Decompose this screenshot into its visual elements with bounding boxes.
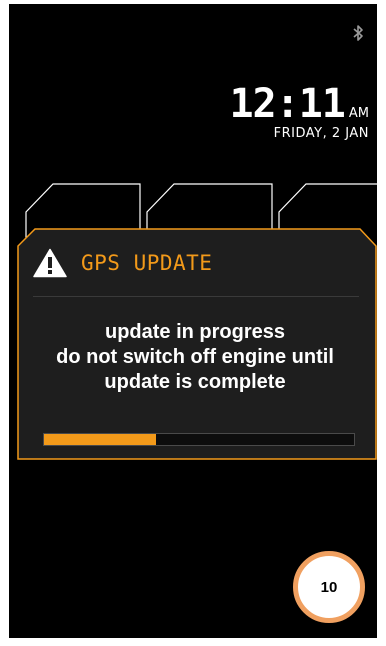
update-progress-bar — [43, 433, 355, 446]
message-line: do not switch off engine until — [56, 346, 334, 368]
dialog-header: GPS UPDATE — [33, 248, 212, 278]
message-line: update in progress — [104, 321, 286, 343]
progress-fill — [44, 434, 156, 445]
clock: 12:11 AM FRIDAY, 2 JAN — [229, 84, 369, 141]
bluetooth-icon — [353, 25, 363, 41]
dialog-message: update in progress do not switch off eng… — [17, 320, 373, 395]
message-line: update is complete — [104, 371, 286, 393]
dialog-title: GPS UPDATE — [81, 251, 213, 275]
warning-icon — [33, 248, 67, 278]
device-screen: 12:11 AM FRIDAY, 2 JAN GPS UPDATE update… — [9, 4, 377, 638]
clock-time: 12:11 — [229, 81, 345, 127]
annotation-badge: 10 — [293, 551, 365, 623]
clock-date: FRIDAY, 2 JAN — [273, 126, 369, 141]
clock-ampm: AM — [348, 106, 369, 121]
dialog-divider — [33, 296, 359, 297]
gps-update-dialog: GPS UPDATE update in progress do not swi… — [17, 228, 377, 460]
